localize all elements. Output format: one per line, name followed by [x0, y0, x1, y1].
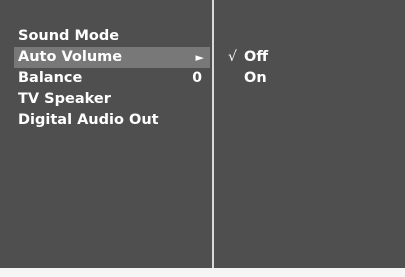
option-off[interactable]: √ Off — [228, 47, 398, 68]
menu-item-label: Balance — [18, 70, 83, 86]
menu-item-sound-mode[interactable]: Sound Mode — [14, 26, 210, 47]
arrow-right-icon: ► — [195, 51, 204, 64]
menu-item-auto-volume[interactable]: Auto Volume ► — [14, 47, 210, 68]
auto-volume-submenu-panel: √ Off On — [214, 0, 405, 268]
menu-item-digital-audio-out[interactable]: Digital Audio Out — [14, 110, 210, 131]
menu-item-label: Digital Audio Out — [18, 112, 159, 128]
option-label: On — [244, 70, 267, 86]
tv-osd-frame: Sound Mode Auto Volume ► Balance 0 TV Sp… — [0, 0, 405, 268]
submenu-option-list: √ Off On — [228, 47, 398, 89]
option-on[interactable]: On — [228, 68, 398, 89]
audio-menu-list: Sound Mode Auto Volume ► Balance 0 TV Sp… — [14, 26, 210, 131]
menu-item-label: Auto Volume — [18, 49, 123, 65]
menu-item-tv-speaker[interactable]: TV Speaker — [14, 89, 210, 110]
bottom-edge — [0, 268, 405, 277]
audio-menu-panel: Sound Mode Auto Volume ► Balance 0 TV Sp… — [0, 0, 212, 268]
menu-item-label: Sound Mode — [18, 28, 120, 44]
option-label: Off — [244, 49, 269, 65]
balance-value: 0 — [192, 70, 202, 86]
menu-item-label: TV Speaker — [18, 91, 111, 107]
menu-item-balance[interactable]: Balance 0 — [14, 68, 210, 89]
check-icon: √ — [228, 49, 237, 65]
